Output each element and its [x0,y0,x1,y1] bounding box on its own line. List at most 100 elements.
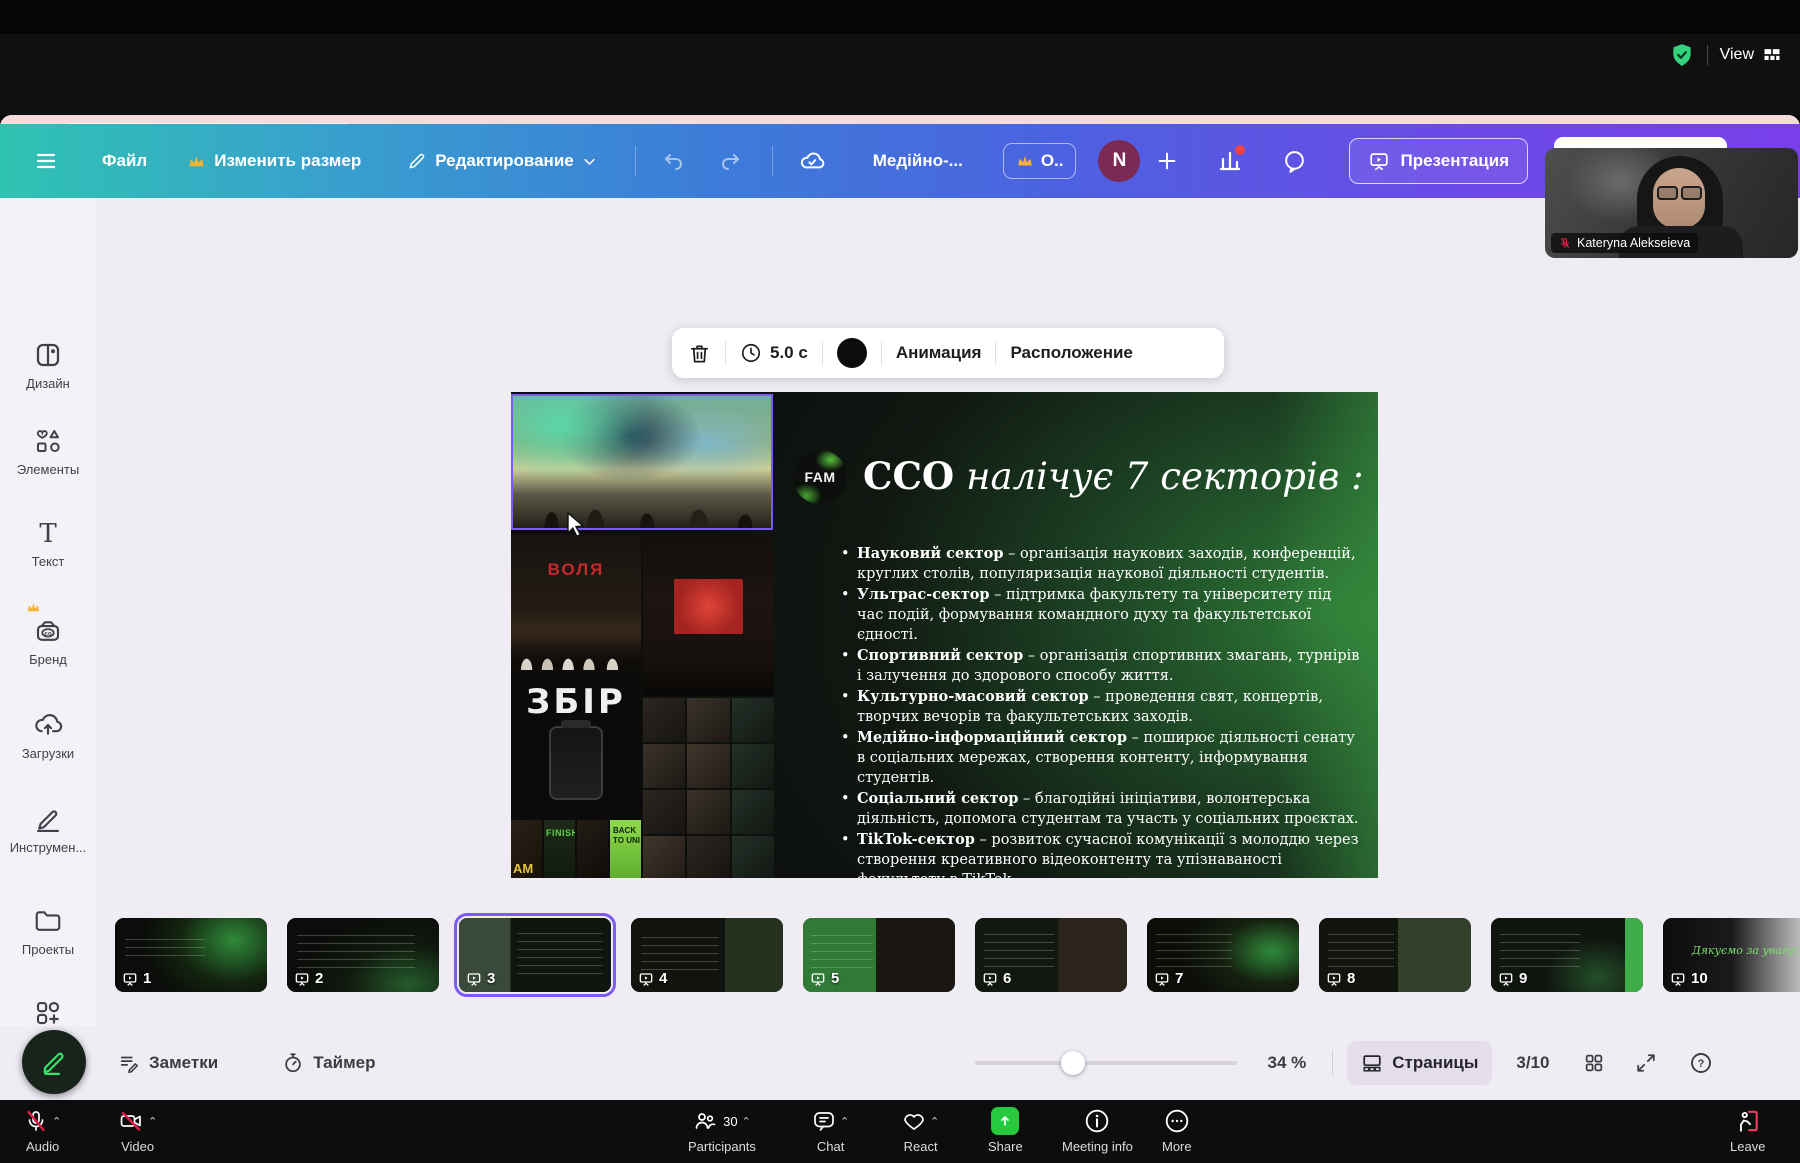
leave-button[interactable]: Leave [1730,1106,1765,1154]
slide-image-strip[interactable]: АМ FINISH BACK TO UNI [511,820,641,878]
divider [1707,45,1708,65]
chat-label: Chat [817,1139,844,1154]
audio-button[interactable]: ⌃ Audio [24,1106,61,1154]
sidebar-item-design[interactable]: Дизайн [0,340,96,391]
fam-logo[interactable]: FAM [793,450,847,504]
slide-bullet-list[interactable]: Науковий сектор – організація наукових з… [841,544,1361,878]
avatar[interactable]: N [1098,140,1140,182]
timer-icon [282,1052,304,1074]
presentation-mini-icon [122,971,138,987]
annotation-pencil-button[interactable] [22,1030,86,1094]
animate-button[interactable]: Анимация [896,343,982,363]
hamburger-icon [34,149,58,173]
slide-thumbnail-3-selected[interactable]: 3 [459,918,611,992]
slide-thumbnail-7[interactable]: 7 [1147,918,1299,992]
resize-button[interactable]: Изменить размер [187,151,361,171]
notes-button[interactable]: Заметки [118,1052,218,1074]
save-status-button[interactable] [799,148,825,174]
editing-mode-button[interactable]: Редактирование [407,151,597,171]
sidebar-label: Элементы [17,462,79,477]
sidebar-item-brand[interactable]: co Бренд [0,616,96,667]
document-name[interactable]: Медійно-... [873,151,963,171]
undo-icon [662,149,686,173]
slide-image-stage-volya[interactable]: ВОЛЯ [511,534,641,670]
svg-text:?: ? [1698,1058,1705,1070]
participants-chevron[interactable]: ⌃ [742,1115,751,1128]
comments-button[interactable] [1282,149,1307,174]
help-button[interactable]: ? [1689,1051,1713,1075]
chat-chevron[interactable]: ⌃ [840,1115,849,1128]
meeting-info-button[interactable]: Meeting info [1062,1106,1133,1154]
duration-button[interactable]: 5.0 с [740,342,808,364]
sidebar-item-uploads[interactable]: Загрузки [0,710,96,761]
more-button[interactable]: More [1162,1106,1192,1154]
slide-canvas[interactable]: ВОЛЯ ЗБІР АМ FINISH BACK TO UNI FAM ССОн… [511,392,1378,878]
sidebar-item-tools[interactable]: Инструмен... [0,804,96,855]
apps-icon [33,998,63,1028]
slide-thumbnail-8[interactable]: 8 [1319,918,1471,992]
brand-icon: co [33,616,63,646]
view-button[interactable]: View [1720,45,1782,65]
share-screen-button[interactable]: Share [988,1106,1023,1154]
slide-thumbnail-2[interactable]: 2 [287,918,439,992]
webcam-tile[interactable]: Kateryna Alekseieva [1545,148,1798,258]
presentation-icon [1368,150,1390,172]
crown-icon [187,152,206,171]
position-button[interactable]: Расположение [1010,343,1132,363]
timer-button[interactable]: Таймер [282,1052,375,1074]
bullet-item: Соціальний сектор – благодійні ініціатив… [841,789,1361,829]
insights-button[interactable] [1218,149,1242,173]
fam-logo-text: FAM [804,469,835,485]
security-shield-icon[interactable] [1669,42,1695,68]
delete-icon[interactable] [688,342,711,365]
participants-button[interactable]: 30 ⌃ Participants [688,1106,756,1154]
zoom-level[interactable]: 34 % [1267,1053,1306,1073]
present-button[interactable]: Презентация [1349,138,1528,184]
meeting-info-label: Meeting info [1062,1139,1133,1154]
divider [822,341,823,365]
view-grid-icon [1762,45,1782,65]
react-chevron[interactable]: ⌃ [930,1115,939,1128]
audio-options-chevron[interactable]: ⌃ [52,1115,61,1128]
slide-thumbnail-10[interactable]: Дякуємо за увагу!!! 10 [1663,918,1800,992]
grid-view-button[interactable] [1583,1052,1605,1074]
zoom-slider[interactable] [975,1061,1237,1065]
pages-toggle-button[interactable]: Страницы [1347,1041,1492,1085]
help-icon: ? [1689,1051,1713,1075]
chat-button[interactable]: ⌃ Chat [812,1106,849,1154]
presentation-mini-icon [810,971,826,987]
video-options-chevron[interactable]: ⌃ [148,1115,157,1128]
slide-image-photo-grid[interactable] [643,698,774,878]
add-member-button[interactable] [1156,150,1178,172]
slide-title[interactable]: ССОналічує 7 секторів : [863,454,1363,498]
menu-button[interactable] [34,149,58,173]
upgrade-button[interactable]: О.. [1003,143,1077,179]
pencil-icon [407,151,427,171]
slide-image-zbir-poster[interactable]: ЗБІР [511,672,641,818]
redo-button[interactable] [718,149,742,173]
screen: View Медійно-інформаційний секто ✕ + can… [0,0,1800,1163]
sidebar-item-projects[interactable]: Проекты [0,906,96,957]
selected-image[interactable] [511,394,773,530]
zoom-slider-knob[interactable] [1061,1051,1085,1075]
slide-thumbnail-6[interactable]: 6 [975,918,1127,992]
color-swatch[interactable] [837,338,867,368]
grid-view-icon [1583,1052,1605,1074]
slide-thumbnail-1[interactable]: 1 [115,918,267,992]
elements-icon [33,426,63,456]
file-menu-button[interactable]: Файл [102,151,147,171]
slide-image-stage-red[interactable] [643,534,774,696]
sidebar-item-elements[interactable]: Элементы [0,426,96,477]
leave-icon [1735,1108,1761,1134]
fullscreen-button[interactable] [1635,1052,1657,1074]
sidebar-item-text[interactable]: T Текст [0,520,96,569]
react-button[interactable]: ⌃ React [902,1106,939,1154]
thumbnail-caption: Дякуємо за увагу!!! [1692,944,1800,958]
bullet-item: Культурно-масовий сектор – проведення св… [841,687,1361,727]
cloud-check-icon [799,148,825,174]
slide-thumbnail-9[interactable]: 9 [1491,918,1643,992]
slide-thumbnail-5[interactable]: 5 [803,918,955,992]
video-button[interactable]: ⌃ Video [118,1106,157,1154]
undo-button[interactable] [662,149,686,173]
slide-thumbnail-4[interactable]: 4 [631,918,783,992]
